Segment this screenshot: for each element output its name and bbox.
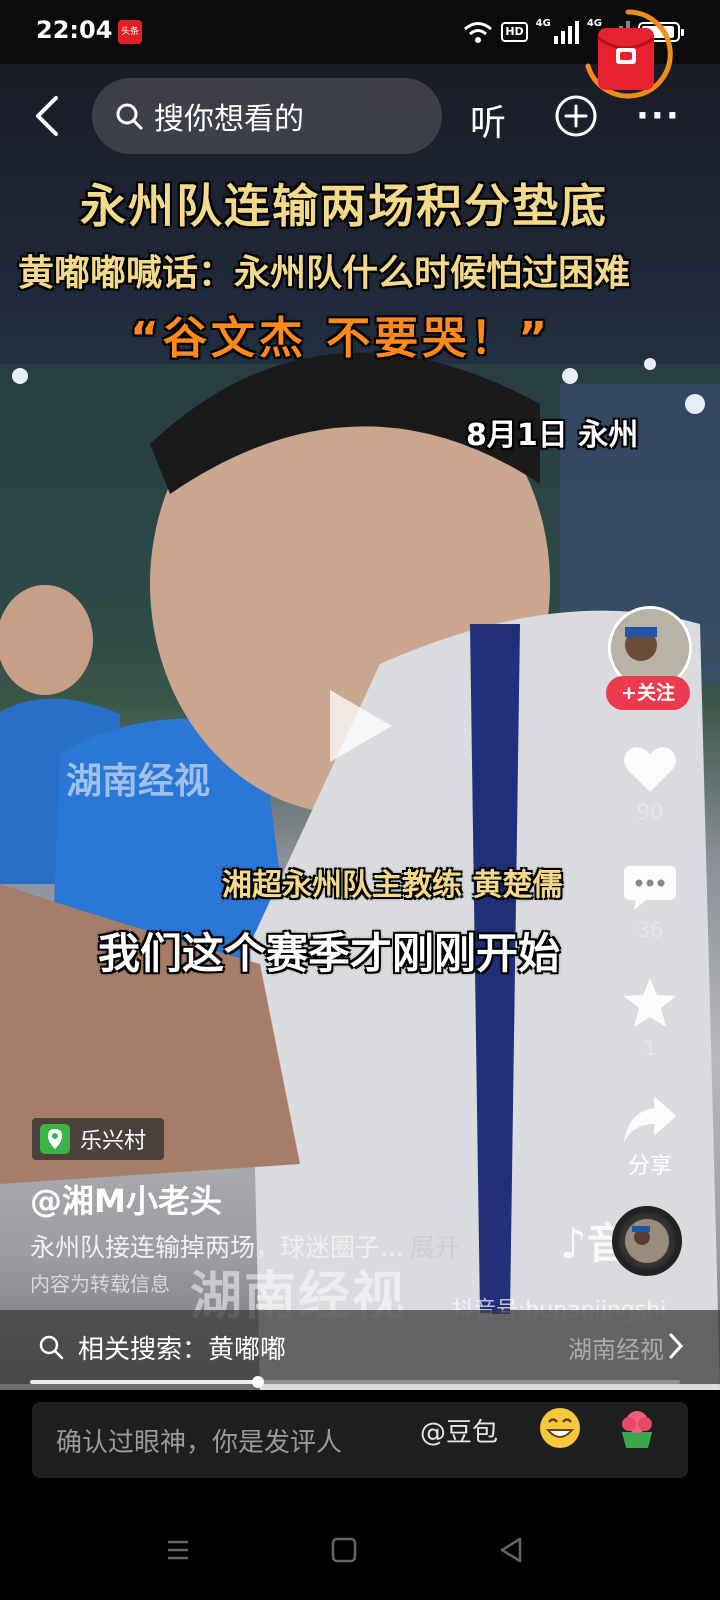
related-search-hint: 湖南经视	[568, 1336, 664, 1364]
related-search-bar[interactable]: 相关搜索：黄嘟嘟 湖南经视	[0, 1310, 720, 1384]
music-cover-icon	[625, 1219, 669, 1263]
headline-1: 永州队连输两场积分垫底	[80, 179, 608, 233]
heart-icon	[624, 747, 676, 792]
home-icon[interactable]	[324, 1530, 364, 1570]
mention-button[interactable]: @豆包	[420, 1412, 498, 1449]
share-label: 分享	[627, 1154, 672, 1179]
signal-icon	[553, 21, 579, 44]
author-name[interactable]: @湘M小老头	[30, 1176, 222, 1222]
follow-button[interactable]: +关注	[606, 676, 690, 710]
description-text: 永州队接连输掉两场，球迷圈子...	[30, 1233, 404, 1262]
back-nav-icon[interactable]	[492, 1530, 532, 1570]
progress-knob[interactable]	[251, 1376, 264, 1388]
video-subtitle: 我们这个赛季才刚刚开始	[98, 929, 561, 978]
share-icon	[624, 1096, 676, 1142]
emoji-icon[interactable]	[538, 1406, 582, 1450]
location-pin-icon	[40, 1124, 70, 1154]
comment-bar: 确认过眼神，你是发评人 @豆包	[0, 1390, 720, 1500]
play-icon[interactable]	[326, 686, 396, 766]
more-options-button[interactable]: ···	[636, 94, 681, 138]
toutiao-app-icon: 头条	[118, 20, 142, 44]
star-icon	[624, 978, 676, 1027]
chevron-right-icon	[669, 1333, 684, 1359]
expand-link[interactable]: 展开	[410, 1233, 460, 1262]
search-icon	[116, 103, 143, 130]
progress-fill	[30, 1380, 258, 1384]
headline-3: “谷文杰 不要哭！”	[130, 313, 552, 364]
comment-count: 36	[636, 918, 664, 942]
back-icon[interactable]	[28, 94, 68, 138]
status-time: 22:04	[36, 16, 113, 44]
video-progress-bar[interactable]	[30, 1376, 680, 1388]
music-disc[interactable]	[612, 1206, 682, 1276]
headline-2: 黄嘟嘟喊话：永州队什么时候怕过困难	[18, 253, 631, 294]
repost-note: 内容为转载信息	[30, 1272, 170, 1296]
signal-type-label: 4G	[535, 18, 551, 29]
search-icon	[39, 1335, 64, 1360]
comment-icon	[624, 866, 676, 910]
favorite-button[interactable]: 1	[610, 976, 690, 1060]
location-tag[interactable]: 乐兴村	[32, 1118, 165, 1160]
share-button[interactable]: 分享	[610, 1094, 690, 1180]
system-nav-bar	[0, 1500, 720, 1600]
like-button[interactable]: 90	[610, 744, 690, 824]
add-icon[interactable]	[554, 94, 598, 138]
listen-button[interactable]: 听	[470, 94, 506, 146]
date-location-caption: 8月1日 永州	[466, 418, 639, 453]
like-count: 90	[636, 800, 664, 824]
hd-badge: HD	[501, 22, 528, 42]
favorite-count: 1	[643, 1036, 657, 1060]
video-description: 永州队接连输掉两场，球迷圈子... 展开	[30, 1228, 460, 1264]
menu-icon[interactable]	[158, 1530, 198, 1570]
channel-watermark: 湖南经视	[66, 761, 211, 802]
gift-flower-icon[interactable]	[614, 1406, 660, 1452]
related-search-text: 相关搜索：黄嘟嘟	[78, 1334, 287, 1365]
video-player[interactable]: 永州队连输两场积分垫底 黄嘟嘟喊话：永州队什么时候怕过困难 “谷文杰 不要哭！”…	[0, 64, 720, 1390]
comment-input[interactable]: 确认过眼神，你是发评人	[32, 1402, 688, 1478]
search-input[interactable]: 搜你想看的	[92, 78, 442, 154]
comment-button[interactable]: 36	[610, 862, 690, 942]
search-placeholder: 搜你想看的	[154, 102, 304, 137]
location-label: 乐兴村	[80, 1129, 147, 1154]
comment-placeholder: 确认过眼神，你是发评人	[56, 1427, 343, 1458]
speaker-caption: 湘超永州队主教练 黄楚儒	[222, 868, 563, 903]
wifi-icon	[464, 22, 493, 43]
red-envelope-icon[interactable]	[582, 8, 674, 100]
